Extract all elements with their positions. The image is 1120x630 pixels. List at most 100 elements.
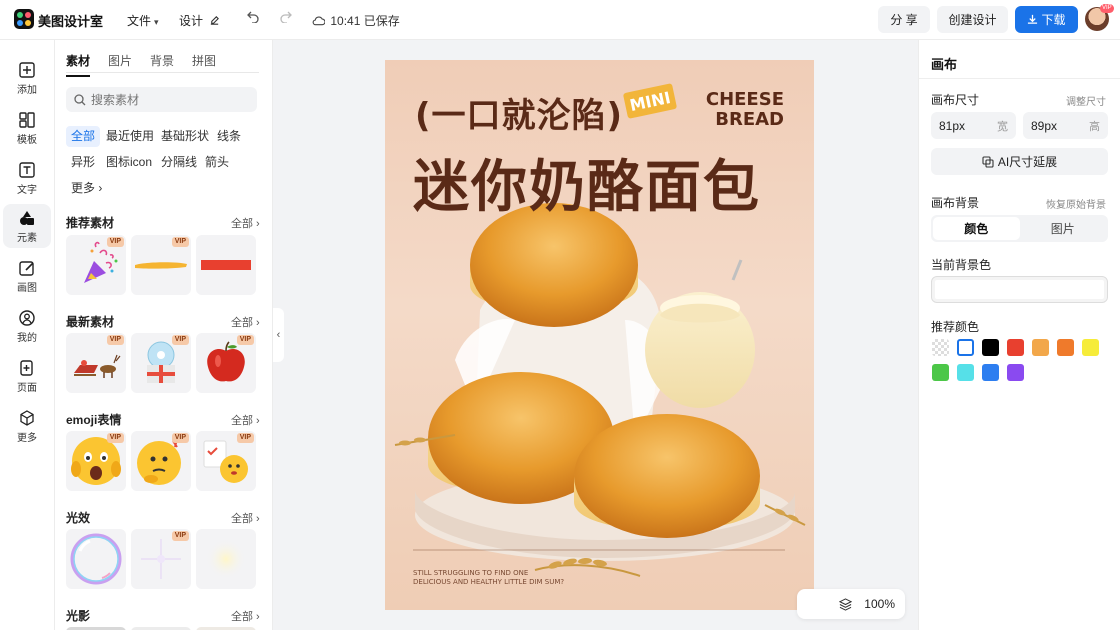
current-bg-color-field[interactable]	[931, 276, 1108, 303]
height-field[interactable]: 89px 高	[1023, 112, 1108, 139]
tab-backgrounds[interactable]: 背景	[150, 52, 174, 77]
download-label: 下载	[1041, 13, 1066, 27]
search-input[interactable]	[91, 92, 241, 107]
canvas-bg-label: 画布背景	[931, 196, 980, 210]
swatch-light-orange[interactable]	[1032, 339, 1049, 356]
chip-recent[interactable]: 最近使用	[101, 126, 159, 147]
see-all-emoji[interactable]: 全部 ›	[231, 412, 260, 428]
adjust-size-link[interactable]: 调整尺寸	[1066, 93, 1106, 108]
rail-item-add[interactable]: 添加	[3, 56, 51, 100]
file-menu[interactable]: 文件 ▾	[127, 12, 159, 29]
poster-canvas[interactable]: (一口就沦陷) MINI CHEESE BREAD 迷你奶酪面包 STILL S…	[385, 60, 814, 610]
rail-item-more[interactable]: 更多	[3, 404, 51, 448]
asset-bubble[interactable]	[66, 529, 126, 589]
app-logo-icon[interactable]	[14, 9, 34, 29]
chip-all[interactable]: 全部	[66, 126, 101, 147]
collapse-panel-button[interactable]: ‹	[273, 308, 284, 362]
bg-type-color[interactable]: 颜色	[933, 217, 1020, 240]
section-title-light-effects: 光效	[66, 511, 91, 525]
shapes-icon	[20, 210, 34, 225]
poster-cheese-bread[interactable]: CHEESE BREAD	[706, 90, 784, 130]
redo-icon[interactable]	[279, 9, 293, 28]
design-menu[interactable]: 设计	[179, 12, 220, 29]
current-bg-label: 当前背景色	[931, 258, 992, 272]
share-button[interactable]: 分 享	[878, 6, 930, 33]
rail-item-templates[interactable]: 模板	[3, 106, 51, 150]
asset-glow[interactable]	[196, 529, 256, 589]
vip-tag: VIP	[106, 335, 124, 345]
rail-item-mine[interactable]: 我的	[3, 304, 51, 348]
asset-emoji-thinking[interactable]: VIP	[131, 431, 191, 491]
chip-irregular[interactable]: 异形	[66, 152, 100, 173]
poster-title[interactable]: 迷你奶酪面包	[413, 142, 761, 223]
width-unit: 宽	[997, 120, 1008, 133]
swatch-green[interactable]	[932, 364, 949, 381]
tab-images[interactable]: 图片	[108, 52, 132, 77]
asset-emoji-checklist[interactable]: VIP	[196, 431, 256, 491]
see-all-recommended[interactable]: 全部 ›	[231, 215, 260, 231]
swatch-black[interactable]	[982, 339, 999, 356]
cube-icon	[20, 409, 34, 426]
chip-more[interactable]: 更多 ›	[66, 178, 107, 199]
asset-orange-stroke[interactable]: VIP	[131, 235, 191, 295]
poster-cheese-line1: CHEESE	[705, 89, 784, 110]
create-design-button[interactable]: 创建设计	[937, 6, 1008, 33]
width-field[interactable]: 81px 宽	[931, 112, 1016, 139]
template-icon	[19, 111, 35, 128]
poster-cheese-line2: BREAD	[715, 109, 784, 130]
restore-bg-link[interactable]: 恢复原始背景	[1046, 196, 1106, 211]
tab-collage[interactable]: 拼图	[192, 52, 216, 77]
see-all-light-effects[interactable]: 全部 ›	[231, 510, 260, 526]
chip-basic-shapes[interactable]: 基础形状	[156, 126, 214, 147]
rail-label: 更多	[17, 432, 37, 444]
chip-dividers[interactable]: 分隔线	[156, 152, 202, 173]
zoom-level[interactable]: 100%	[864, 597, 895, 611]
section-title-newest: 最新素材	[66, 315, 115, 329]
brand-name[interactable]: 美图设计室	[38, 11, 103, 30]
poster-hook-text[interactable]: (一口就沦陷)	[415, 88, 623, 137]
layers-icon[interactable]	[839, 597, 853, 611]
asset-emoji-scared[interactable]: VIP	[66, 431, 126, 491]
rail-item-pages[interactable]: 页面	[3, 354, 51, 398]
asset-party-popper[interactable]: VIP	[66, 235, 126, 295]
search-box[interactable]	[66, 87, 257, 112]
width-value: 81px	[939, 118, 966, 133]
swatch-cyan[interactable]	[957, 364, 974, 381]
vip-tag: VIP	[171, 237, 189, 247]
bubble-icon	[70, 533, 122, 585]
undo-icon[interactable]	[246, 9, 260, 28]
asset-red-bar[interactable]	[196, 235, 256, 295]
asset-sparkle[interactable]: VIP	[131, 529, 191, 589]
bg-type-image[interactable]: 图片	[1020, 217, 1107, 240]
see-all-newest[interactable]: 全部 ›	[231, 314, 260, 330]
swatch-red[interactable]	[1007, 339, 1024, 356]
tab-materials[interactable]: 素材	[66, 52, 91, 77]
asset-reindeer-sleigh[interactable]: VIP	[66, 333, 126, 393]
see-all-light-shadow[interactable]: 全部 ›	[231, 608, 260, 624]
download-button[interactable]: 下载	[1015, 6, 1078, 33]
chip-lines[interactable]: 线条	[212, 126, 246, 147]
rail-label: 模板	[17, 134, 37, 146]
swatch-white[interactable]	[957, 339, 974, 356]
rail-label: 我的	[17, 332, 37, 344]
chip-icons[interactable]: 图标icon	[101, 152, 157, 173]
asset-red-apple[interactable]: VIP	[196, 333, 256, 393]
rail-item-elements[interactable]: 元素	[3, 204, 51, 248]
rail-item-draw[interactable]: 画图	[3, 254, 51, 298]
asset-snow-globe-gift[interactable]: VIP	[131, 333, 191, 393]
swatch-orange[interactable]	[1057, 339, 1074, 356]
chip-arrows[interactable]: 箭头	[200, 152, 234, 173]
rail-item-text[interactable]: 文字	[3, 156, 51, 200]
zoom-bar: 100%	[797, 589, 905, 619]
download-icon	[1028, 14, 1038, 24]
poster-small-text[interactable]: STILL STRUGGLING TO FIND ONE DELICIOUS A…	[413, 569, 564, 587]
swatch-transparent[interactable]	[932, 339, 949, 356]
save-status-text: 10:41 已保存	[330, 14, 400, 28]
rail-label: 画图	[17, 282, 37, 294]
swatch-yellow[interactable]	[1082, 339, 1099, 356]
poster-small-line1: STILL STRUGGLING TO FIND ONE	[413, 569, 529, 577]
swatch-purple[interactable]	[1007, 364, 1024, 381]
ai-extend-button[interactable]: AI尺寸延展	[931, 148, 1108, 175]
chevron-left-icon: ‹	[276, 329, 281, 341]
swatch-blue[interactable]	[982, 364, 999, 381]
